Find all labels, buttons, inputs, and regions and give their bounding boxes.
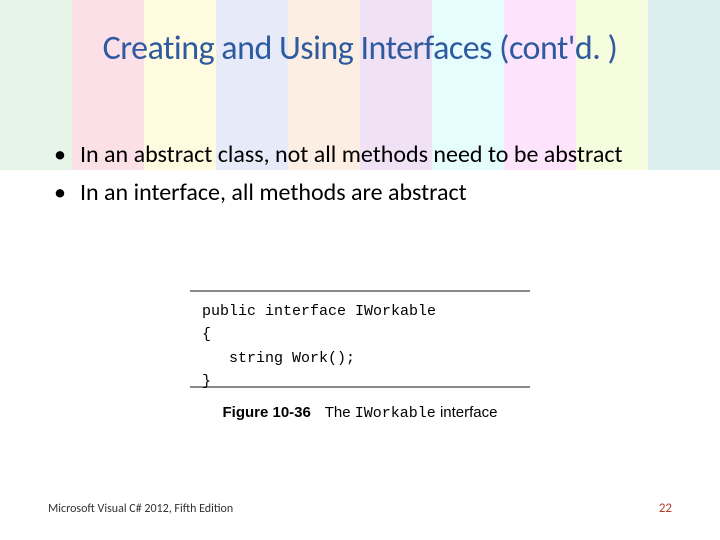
code-line: public interface IWorkable xyxy=(202,303,436,320)
slide-title: Creating and Using Interfaces (cont'd. ) xyxy=(0,28,720,69)
bullet-dot-icon: • xyxy=(54,140,66,170)
bullet-text: In an interface, all methods are abstrac… xyxy=(80,178,672,208)
code-sample: public interface IWorkable { string Work… xyxy=(190,290,530,388)
bullet-item: • In an interface, all methods are abstr… xyxy=(48,178,672,208)
slide-body: • In an abstract class, not all methods … xyxy=(48,140,672,216)
bullet-text: In an abstract class, not all methods ne… xyxy=(80,140,672,170)
footer-source: Microsoft Visual C# 2012, Fifth Edition xyxy=(48,502,233,516)
figure-number: Figure 10-36 xyxy=(222,404,310,421)
bullet-dot-icon: • xyxy=(54,178,66,208)
code-line: string Work(); xyxy=(202,350,355,367)
bullet-item: • In an abstract class, not all methods … xyxy=(48,140,672,170)
code-line: } xyxy=(202,373,211,390)
slide: Creating and Using Interfaces (cont'd. )… xyxy=(0,0,720,540)
figure-caption: Figure 10-36 The IWorkable interface xyxy=(0,404,720,422)
figure-text: The IWorkable interface xyxy=(325,404,498,421)
page-number: 22 xyxy=(659,501,672,516)
code-line: { xyxy=(202,326,211,343)
